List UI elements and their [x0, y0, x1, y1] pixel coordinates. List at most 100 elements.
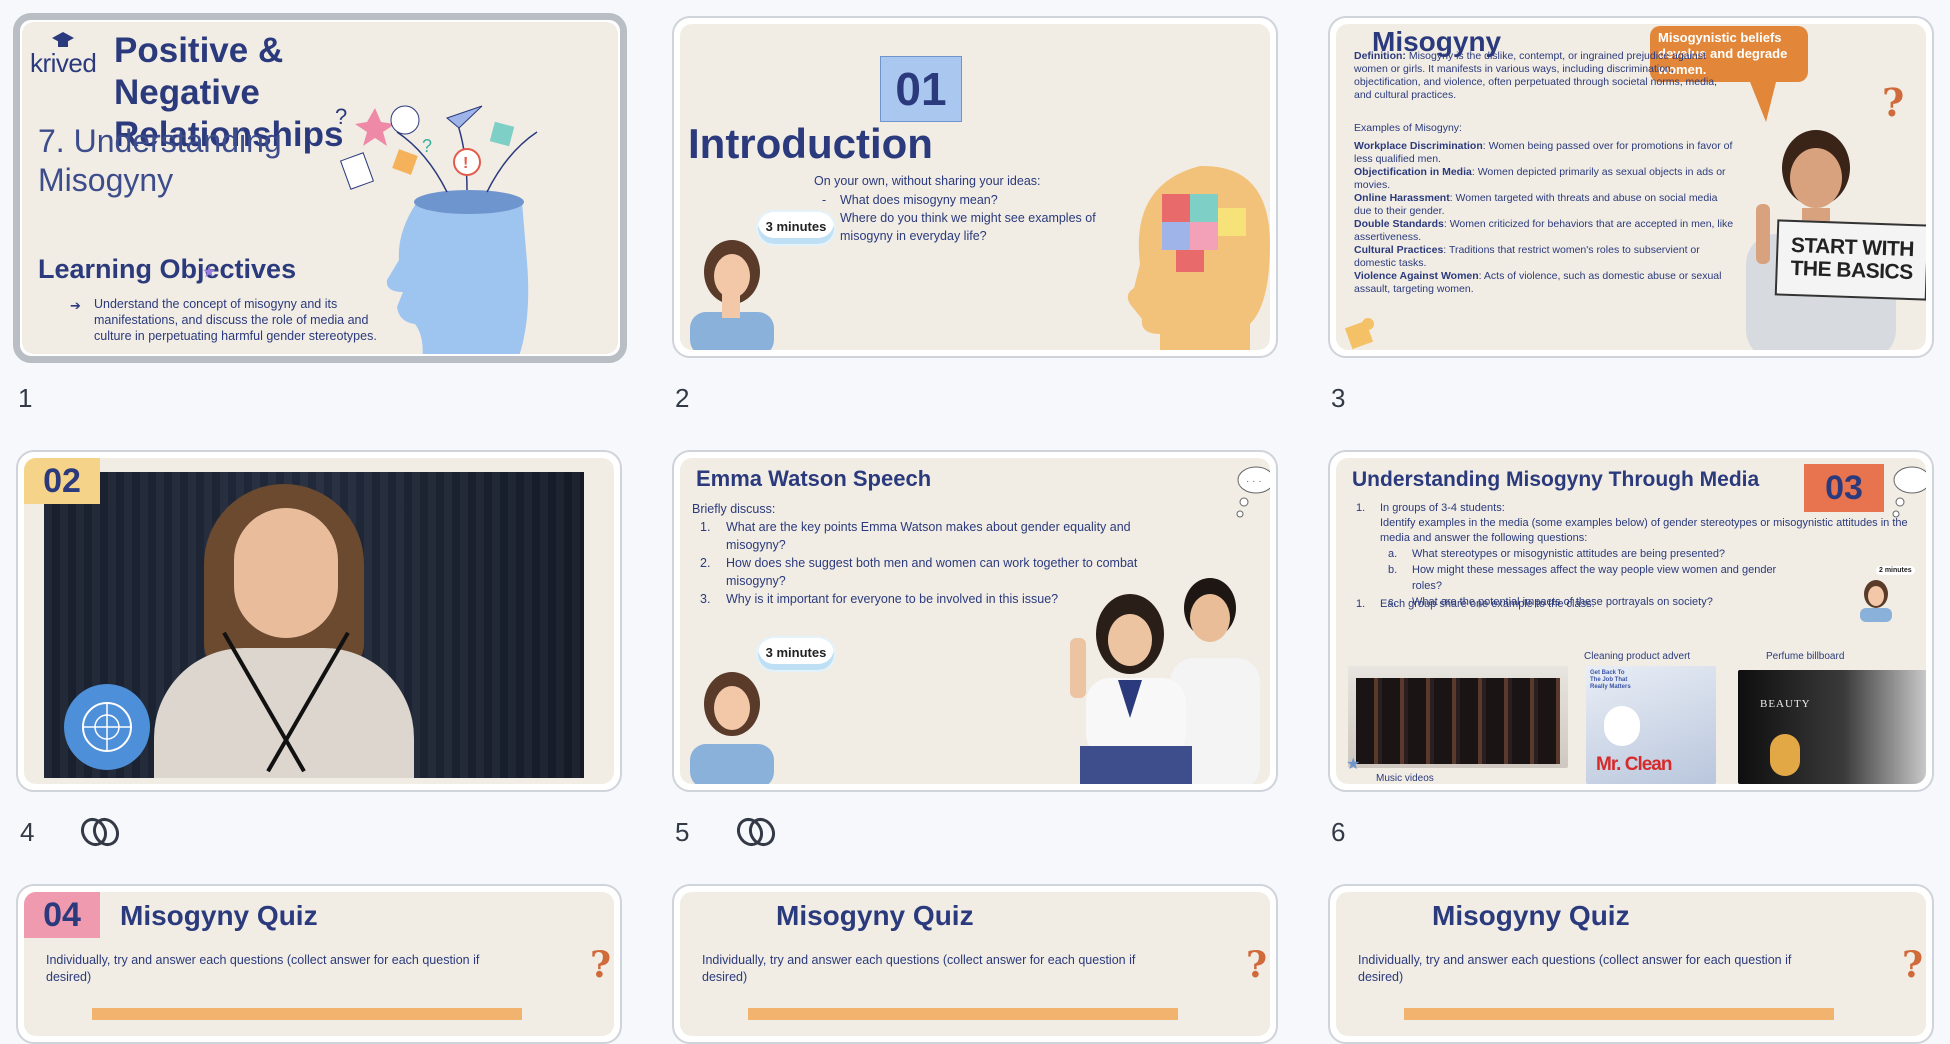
perfume-billboard-image: BEAUTY — [1738, 670, 1926, 784]
slide-thumbnail-9[interactable]: Misogyny Quiz Individually, try and answ… — [1328, 884, 1934, 1044]
slide-number: 3 — [1331, 383, 1346, 413]
slide-canvas: Understanding Misogyny Through Media 03 … — [1336, 458, 1926, 784]
slide-canvas: Misogyny Quiz Individually, try and answ… — [1336, 892, 1926, 1036]
list-item: - What does misogyny mean? — [822, 193, 998, 207]
answer-bar — [92, 1008, 522, 1020]
slide-canvas: Misogyny Quiz Individually, try and answ… — [680, 892, 1270, 1036]
puzzle-icon — [1344, 318, 1374, 350]
section-badge: 04 — [24, 892, 100, 938]
prompt-text: Briefly discuss: — [692, 502, 776, 516]
slide-title: Misogyny Quiz — [1432, 900, 1630, 931]
definition-text: Definition: Misogyny is the dislike, con… — [1354, 50, 1718, 101]
slide-number: 1 — [18, 383, 33, 413]
thinking-girl-small-illustration — [1860, 580, 1892, 622]
question-mark-icon: ? — [1902, 944, 1924, 986]
answer-bar — [748, 1008, 1178, 1020]
list-item: 1. What are the key points Emma Watson ma… — [700, 520, 1131, 552]
caption-music: Music videos — [1376, 773, 1434, 784]
timer-cloud-small: 2 minutes — [1876, 566, 1915, 575]
slide-thumbnail-1[interactable]: krived Positive & Negative Relationships… — [13, 13, 627, 363]
slide-number: 4 — [20, 817, 35, 847]
svg-text:!: ! — [463, 155, 468, 172]
thought-cloud-icon: · · · — [1236, 466, 1270, 518]
music-video-image — [1348, 666, 1568, 768]
step-2: 1. Each group share one example to the cl… — [1356, 598, 1595, 610]
answer-bar — [1404, 1008, 1834, 1020]
slide-subtitle: 7. Understanding Misogyny — [38, 123, 282, 198]
slide-canvas: 01 Introduction On your own, without sha… — [680, 24, 1270, 350]
caption-cleaning: Cleaning product advert — [1584, 651, 1691, 662]
section-heading: Learning Objectives — [38, 254, 297, 284]
examples-heading: Examples of Misogyny: — [1354, 122, 1462, 134]
callout-tail — [1750, 82, 1776, 122]
puzzle-head-illustration — [1127, 165, 1270, 350]
ad-text: Get Back To The Job That Really Matters — [1590, 670, 1631, 690]
slide-number: 2 — [675, 383, 690, 413]
slide-number: 5 — [675, 817, 690, 847]
slide-thumbnail-8[interactable]: Misogyny Quiz Individually, try and answ… — [672, 884, 1278, 1044]
instruction-text: Identify examples in the media (some exa… — [1380, 517, 1908, 544]
sign-board: START WITH THE BASICS — [1774, 219, 1926, 301]
question-mark-icon: ? — [590, 944, 612, 986]
sign-text: START WITH THE BASICS — [1790, 233, 1915, 285]
list-item: Objectification in Media: Women depicted… — [1354, 166, 1726, 191]
thought-cloud-icon — [1892, 466, 1926, 518]
svg-text:?: ? — [335, 104, 347, 129]
caption-perfume: Perfume billboard — [1766, 651, 1845, 662]
arrow-icon: ➔ — [70, 298, 81, 313]
question-mark-icon: ? — [1246, 944, 1268, 986]
perfume-brand-text: BEAUTY — [1760, 698, 1811, 710]
brand-logo: Mr. Clean — [1596, 754, 1672, 775]
star-icon: ★ — [1346, 756, 1361, 773]
instruction-text: Individually, try and answer each questi… — [46, 953, 480, 984]
head-illustration: ! ? ? — [335, 104, 538, 354]
slide-canvas: 02 — [24, 458, 614, 784]
list-item: Cultural Practices: Traditions that rest… — [1354, 244, 1700, 269]
link-icon[interactable] — [736, 815, 776, 849]
prompt-text: On your own, without sharing your ideas: — [814, 174, 1041, 188]
list-item: Workplace Discrimination: Women being pa… — [1354, 140, 1733, 165]
slide-grid: krived Positive & Negative Relationships… — [0, 0, 1950, 1044]
slide-thumbnail-7[interactable]: 04 Misogyny Quiz Individually, try and a… — [16, 884, 622, 1044]
slide-thumbnail-6[interactable]: Understanding Misogyny Through Media 03 … — [1328, 450, 1934, 792]
slide-title: Misogyny Quiz — [776, 900, 974, 931]
speaker-face — [234, 508, 338, 638]
examples-list: Workplace Discrimination: Women being pa… — [1354, 140, 1734, 296]
students-illustration — [1070, 578, 1260, 784]
un-emblem-icon — [64, 684, 150, 770]
thinking-girl-illustration — [690, 672, 774, 784]
slide-canvas: krived Positive & Negative Relationships… — [22, 22, 618, 354]
instruction-text: Individually, try and answer each questi… — [702, 953, 1136, 984]
section-badge: 01 — [880, 56, 962, 122]
thinking-girl-illustration — [690, 240, 774, 350]
bullet-list: - What does misogyny mean? Where do you t… — [822, 191, 1100, 245]
slide-title: Understanding Misogyny Through Media — [1352, 468, 1760, 491]
slide-canvas: Emma Watson Speech Briefly discuss: 1. Wh… — [680, 458, 1270, 784]
section-badge: 02 — [24, 458, 100, 504]
step-1: 1. In groups of 3-4 students: — [1356, 502, 1505, 514]
svg-text:?: ? — [422, 136, 432, 156]
slide-title: Emma Watson Speech — [696, 466, 932, 491]
list-item: b. How might these messages affect the wa… — [1388, 564, 1777, 592]
slide-canvas: 04 Misogyny Quiz Individually, try and a… — [24, 892, 614, 1036]
svg-text:· · ·: · · · — [1246, 476, 1262, 487]
slide-thumbnail-4[interactable]: 02 — [16, 450, 622, 792]
instruction-text: Individually, try and answer each questi… — [1358, 953, 1792, 984]
list-item: Online Harassment: Women targeted with t… — [1354, 192, 1718, 217]
slide-thumbnail-5[interactable]: Emma Watson Speech Briefly discuss: 1. Wh… — [672, 450, 1278, 792]
list-item: Where do you think we might see examples… — [840, 211, 1096, 243]
slide-thumbnail-3[interactable]: Misogyny Misogynistic beliefs devalue an… — [1328, 16, 1934, 358]
question-mark-icon: ? — [1882, 80, 1905, 125]
speaker-jacket — [154, 648, 414, 778]
slide-title: Introduction — [688, 120, 933, 167]
list-item: Double Standards: Women criticized for b… — [1354, 218, 1734, 243]
list-item: Violence Against Women: Acts of violence… — [1354, 270, 1722, 295]
link-icon[interactable] — [80, 815, 120, 849]
slide-number: 6 — [1331, 817, 1346, 847]
star-icon: ★ — [202, 264, 217, 281]
logo-text: krived — [30, 48, 97, 78]
slide-thumbnail-2[interactable]: 01 Introduction On your own, without sha… — [672, 16, 1278, 358]
slide-canvas: Misogyny Misogynistic beliefs devalue an… — [1336, 24, 1926, 350]
slide-title: Misogyny Quiz — [120, 900, 318, 931]
list-item: a. What stereotypes or misogynistic attit… — [1388, 548, 1726, 560]
